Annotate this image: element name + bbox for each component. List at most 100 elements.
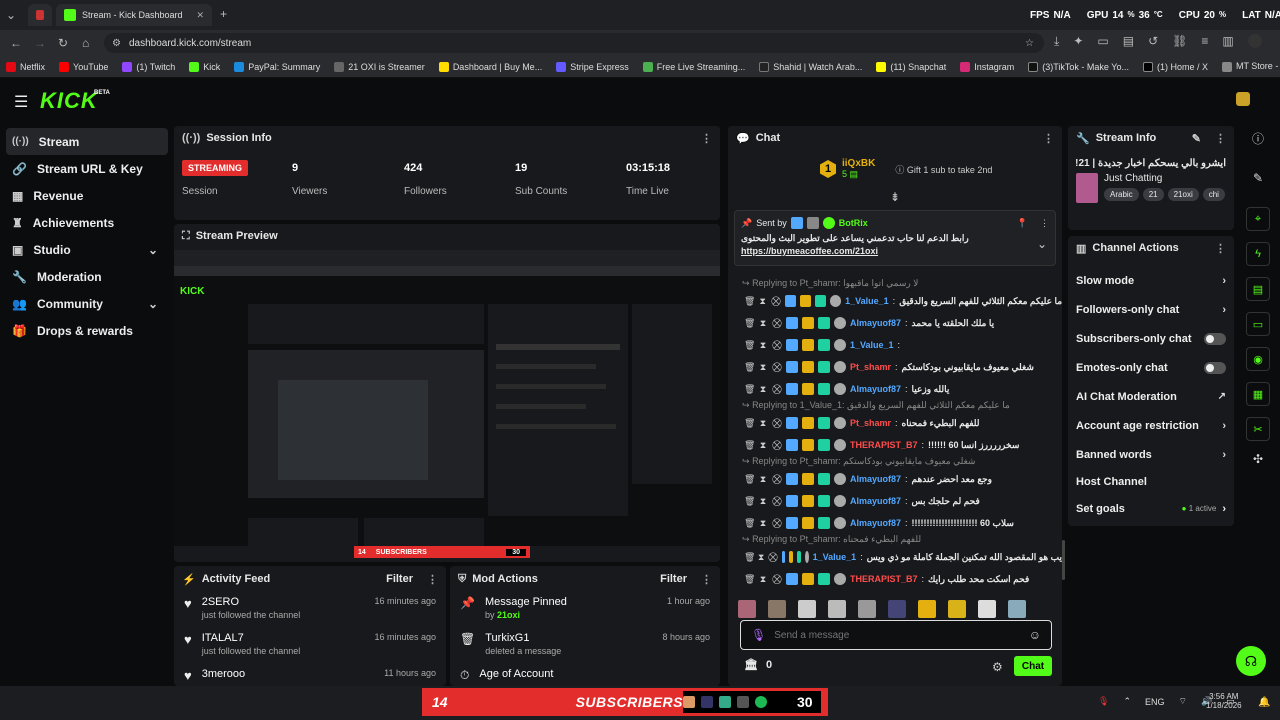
chat-username[interactable]: Almayuof87 [850,474,901,484]
chat-username[interactable]: Almayuof87 [850,496,901,506]
chevron-down-icon[interactable]: ⌄ [1037,237,1047,251]
emote[interactable] [948,600,966,618]
chat-message[interactable]: 🗑 ⧗ ⛒ 1_Value_1: [728,334,1062,356]
chat-message[interactable]: 🗑 ⧗ ⛒ Pt_shamr: للفهم البطيء فمحناه [728,412,1062,434]
delete-message-icon[interactable]: 🗑 [744,362,755,373]
active-tab[interactable]: Stream - Kick Dashboard ✕ [56,4,212,26]
emoji-icon[interactable]: ☺ [1029,628,1041,642]
action-followers-only[interactable]: Followers-only chat › [1068,295,1234,324]
notification-icon[interactable]: 🔔 [1258,697,1270,708]
emote[interactable] [978,600,996,618]
chat-message[interactable]: 🗑 ⧗ ⛒ THERAPIST_B7: فحم اسكت محد طلب رايك [728,568,1062,590]
chat-message[interactable]: 🗑 ⧗ ⛒ 1_Value_1: يب هو المقصود الله تمكنين ا… [728,546,1062,568]
chat-message[interactable]: 🗑 ⧗ ⛒ Pt_shamr: شغلي معيوف مايقابيوني بودكاس… [728,356,1062,378]
emote[interactable] [858,600,876,618]
emote[interactable] [768,600,786,618]
history-icon[interactable]: ↺ [1148,34,1158,49]
bookmark-netflix[interactable]: Netflix [6,61,45,72]
more-options-icon[interactable]: ⋮ [701,132,712,145]
bookmark-star-icon[interactable]: ☆ [1025,38,1034,49]
ban-icon[interactable]: ⛒ [772,384,782,395]
emote[interactable] [738,600,756,618]
rail-chat-icon[interactable]: ▭ [1246,312,1270,336]
chat-settings-icon[interactable]: ⚙ [992,660,1003,674]
chat-username[interactable]: Almayuof87 [850,518,901,528]
filter-button[interactable]: Filter [386,573,413,585]
subscribers-only-toggle[interactable] [1204,332,1226,345]
bookmark-snapchat[interactable]: (11) Snapchat [876,61,946,72]
delete-message-icon[interactable]: 🗑 [744,574,755,585]
filter-button[interactable]: Filter [660,573,687,585]
bookmark-21oxi[interactable]: 21 OXI is Streamer [334,61,425,72]
bookmark-buymeacoffee[interactable]: Dashboard | Buy Me... [438,61,542,72]
ban-icon[interactable]: ⛒ [768,552,777,563]
cast-icon[interactable]: ▭ [1097,34,1108,49]
bookmark-kick[interactable]: Kick [189,61,220,72]
ban-icon[interactable]: ⛒ [772,574,782,585]
delete-message-icon[interactable]: 🗑 [744,296,755,307]
profile-avatar[interactable] [1247,34,1262,48]
rail-clip-icon[interactable]: ⌖ [1246,207,1270,231]
ban-icon[interactable]: ⛒ [772,340,782,351]
more-options-icon[interactable]: ⋮ [1215,132,1226,145]
timeout-icon[interactable]: ⧗ [758,318,768,329]
close-tab-icon[interactable]: ✕ [196,10,204,21]
action-slow-mode[interactable]: Slow mode › [1068,266,1234,295]
site-info-icon[interactable]: ⚙ [112,38,121,49]
bookmark-x[interactable]: (1) Home / X [1142,61,1208,72]
rail-broadcast-icon[interactable]: ◉ [1246,347,1270,371]
chat-username[interactable]: Pt_shamr [850,362,891,372]
chat-username[interactable]: THERAPIST_B7 [850,440,918,450]
chat-username[interactable]: 1_Value_1 [845,296,889,306]
unpin-icon[interactable]: 📍 [1017,218,1028,229]
sidebar-item-stream[interactable]: ((·)) Stream [6,128,168,155]
mic-icon[interactable]: 🎙 [751,628,766,642]
chat-username[interactable]: THERAPIST_B7 [850,574,918,584]
clock[interactable]: 3:56 AM 1/18/2026 [1206,692,1242,710]
bookmark-tiktok[interactable]: (3)TikTok - Make Yo... [1028,61,1129,72]
emote[interactable] [828,600,846,618]
timeout-icon[interactable]: ⧗ [758,496,768,507]
bookmark-twitch[interactable]: (1) Twitch [122,61,175,72]
chat-message[interactable]: 🗑 ⧗ ⛒ Almayuof87: فحم لم حلجك بس [728,490,1062,512]
reload-icon[interactable]: ↻ [58,36,68,50]
delete-message-icon[interactable]: 🗑 [744,518,755,529]
chat-scrollbar[interactable] [1062,540,1065,580]
expand-tray-icon[interactable]: ⌃ [1123,696,1131,707]
channel-points[interactable]: 🏛 0 [744,658,772,672]
rail-wrench-icon[interactable]: ✂ [1246,417,1270,441]
timeout-icon[interactable]: ⧗ [758,340,768,351]
chat-input[interactable]: 🎙 ☺ [740,620,1052,650]
kick-logo[interactable]: KICK [40,88,98,114]
send-chat-button[interactable]: Chat [1014,656,1052,676]
mic-tray-icon[interactable]: 🎙 [1098,696,1109,707]
message-input[interactable] [774,629,1021,641]
chat-username[interactable]: Pt_shamr [850,418,891,428]
bookmark-instagram[interactable]: Instagram [960,61,1014,72]
action-ai-moderation[interactable]: AI Chat Moderation ↗ [1068,382,1234,411]
chat-message[interactable]: 🗑 ⧗ ⛒ THERAPIST_B7: سخرررررز انسا 60 !!!!!! [728,434,1062,456]
delete-message-icon[interactable]: 🗑 [744,496,755,507]
download-icon[interactable]: ⤓ [1054,34,1059,49]
sidebar-item-achievements[interactable]: ♜ Achievements [0,209,170,236]
language-indicator[interactable]: ENG [1145,697,1165,707]
rail-layout-icon[interactable]: ▦ [1246,382,1270,406]
ban-icon[interactable]: ⛒ [772,518,782,529]
sidebar-item-studio[interactable]: ▣ Studio ⌄ [0,236,170,263]
timeout-icon[interactable]: ⧗ [758,362,768,373]
action-banned-words[interactable]: Banned words › [1068,440,1234,469]
wifi-icon[interactable]: ⌔ [1179,696,1187,707]
action-set-goals[interactable]: Set goals ● 1 active › [1068,494,1234,523]
info-icon[interactable]: ⓘ [1252,130,1264,147]
delete-message-icon[interactable]: 🗑 [744,552,755,563]
chat-message[interactable]: 🗑 ⧗ ⛒ 1_Value_1: ما عليكم معكم الثلاثي للفهم… [728,290,1062,312]
timeout-icon[interactable]: ⧗ [758,518,768,529]
emote[interactable] [798,600,816,618]
more-options-icon[interactable]: ⋮ [1043,132,1054,145]
chat-message[interactable]: 🗑 ⧗ ⛒ Almayuof87: يا ملك الحلقته يا محمد [728,312,1062,334]
new-tab-icon[interactable]: + [220,7,227,21]
more-options-icon[interactable]: ⋮ [1040,218,1049,229]
timeout-icon[interactable]: ⧗ [758,574,768,585]
delete-message-icon[interactable]: 🗑 [744,418,755,429]
forward-icon[interactable]: → [34,36,46,50]
